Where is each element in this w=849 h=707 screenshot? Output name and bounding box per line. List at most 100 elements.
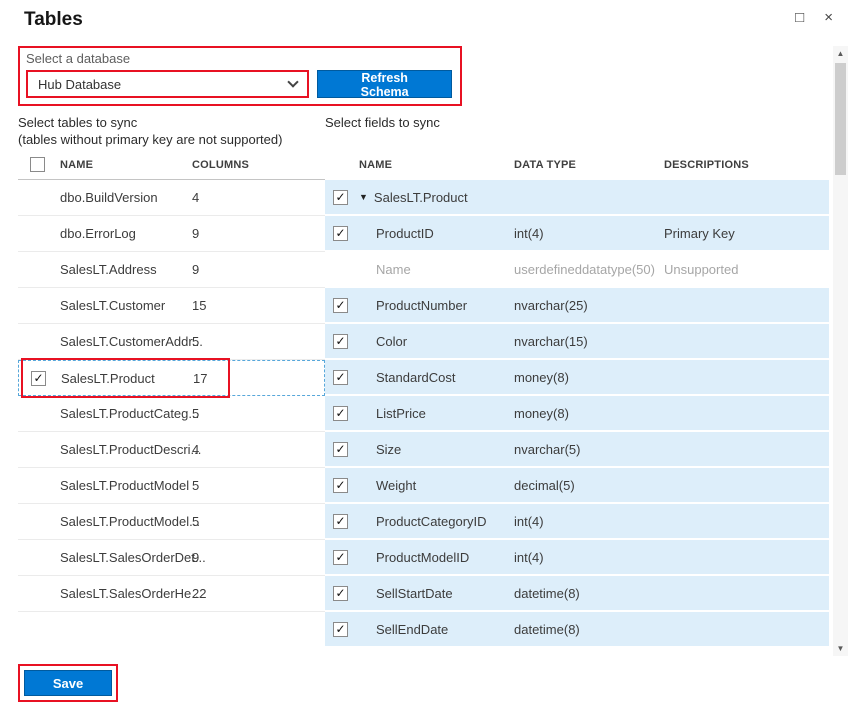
field-name-text: SellEndDate [376, 622, 448, 637]
row-checkbox[interactable]: ✓ [333, 478, 348, 493]
table-row[interactable]: SalesLT.CustomerAddr...5 [18, 324, 325, 360]
save-button[interactable]: Save [24, 670, 112, 696]
row-checkbox[interactable]: ✓ [333, 514, 348, 529]
row-checkbox[interactable]: ✓ [333, 370, 348, 385]
chevron-down-icon [288, 76, 299, 87]
tables-header-name: NAME [60, 159, 192, 171]
field-name-cell: ▼ SalesLT.Product [359, 190, 514, 205]
checkbox-cell: ✓ [325, 370, 359, 385]
table-row[interactable]: SalesLT.ProductModel5 [18, 468, 325, 504]
checkbox-cell [18, 190, 60, 205]
table-name-cell: SalesLT.Product [61, 371, 193, 386]
table-columns-cell: 5 [192, 478, 325, 493]
row-checkbox[interactable]: ✓ [333, 550, 348, 565]
collapse-icon[interactable]: ▼ [359, 192, 368, 202]
field-row[interactable]: ✓Colornvarchar(15) [325, 324, 829, 358]
field-row[interactable]: ✓ProductNumbernvarchar(25) [325, 288, 829, 322]
field-datatype-cell: nvarchar(15) [514, 334, 664, 349]
row-checkbox[interactable]: ✓ [333, 586, 348, 601]
scrollbar-thumb[interactable] [835, 63, 846, 175]
table-row[interactable]: ✓SalesLT.Product17 [18, 360, 325, 396]
table-name-cell: SalesLT.CustomerAddr... [60, 334, 192, 349]
scroll-down-icon[interactable]: ▼ [833, 641, 848, 656]
field-row[interactable]: ✓StandardCostmoney(8) [325, 360, 829, 394]
fields-panel-heading: Select fields to sync [325, 114, 829, 150]
field-name-cell: ProductID [359, 226, 514, 241]
field-row[interactable]: ✓ ProductID int(4)Primary Key [325, 216, 829, 250]
field-name-cell: SellEndDate [359, 622, 514, 637]
table-row[interactable]: SalesLT.ProductCateg...5 [18, 396, 325, 432]
field-row[interactable]: ✓SellStartDatedatetime(8) [325, 576, 829, 610]
checkbox-cell: ✓ [325, 622, 359, 637]
table-name-cell: dbo.BuildVersion [60, 190, 192, 205]
field-datatype-cell: int(4) [514, 226, 664, 241]
scroll-up-icon[interactable]: ▲ [833, 46, 848, 61]
checkbox-cell [18, 406, 60, 421]
table-row[interactable]: SalesLT.Customer15 [18, 288, 325, 324]
field-name-text: SalesLT.Product [374, 190, 468, 205]
field-datatype-cell: money(8) [514, 406, 664, 421]
field-name-text: Weight [376, 478, 416, 493]
field-row[interactable]: ✓ Size nvarchar(5) [325, 432, 829, 466]
field-name-text: Size [376, 442, 401, 457]
field-row[interactable]: ✓ListPricemoney(8) [325, 396, 829, 430]
row-checkbox[interactable]: ✓ [333, 334, 348, 349]
vertical-scrollbar[interactable]: ▲ ▼ [833, 46, 848, 656]
row-checkbox[interactable]: ✓ [333, 298, 348, 313]
checkbox-cell [18, 550, 60, 565]
row-checkbox[interactable]: ✓ [333, 190, 348, 205]
checkbox-cell [18, 298, 60, 313]
table-columns-cell: 5 [192, 334, 325, 349]
table-name-cell: dbo.ErrorLog [60, 226, 192, 241]
fields-header-descriptions: DESCRIPTIONS [664, 159, 829, 171]
database-section: Select a database Hub Database Refresh S… [18, 46, 462, 106]
save-highlight-box: Save [18, 664, 118, 702]
table-row[interactable]: SalesLT.SalesOrderHe...22 [18, 576, 325, 612]
table-columns-cell: 15 [192, 298, 325, 313]
table-row[interactable]: dbo.BuildVersion4 [18, 180, 325, 216]
row-checkbox[interactable]: ✓ [31, 371, 46, 386]
table-name-cell: SalesLT.ProductModel... [60, 514, 192, 529]
field-name-text: ProductID [376, 226, 434, 241]
field-description-cell: Primary Key [664, 226, 829, 241]
select-all-checkbox[interactable] [30, 157, 45, 172]
field-name-text: ProductCategoryID [376, 514, 487, 529]
row-checkbox[interactable]: ✓ [333, 442, 348, 457]
field-row[interactable]: ✓ SellEndDate datetime(8) [325, 612, 829, 646]
table-columns-cell: 9 [192, 550, 325, 565]
table-row[interactable]: SalesLT.Address9 [18, 252, 325, 288]
field-row[interactable]: ✓ProductModelIDint(4) [325, 540, 829, 574]
refresh-schema-button[interactable]: Refresh Schema [317, 70, 452, 98]
content-panels: Select tables to sync (tables without pr… [18, 114, 829, 648]
database-dropdown[interactable]: Hub Database [26, 70, 309, 98]
tables-heading-line1: Select tables to sync [18, 114, 325, 131]
field-row[interactable]: Nameuserdefineddatatype(50)Unsupported [325, 252, 829, 286]
field-datatype-cell: int(4) [514, 514, 664, 529]
table-row[interactable]: SalesLT.ProductModel...5 [18, 504, 325, 540]
field-name-text: StandardCost [376, 370, 456, 385]
field-row[interactable]: ✓ ProductCategoryID int(4) [325, 504, 829, 538]
row-checkbox[interactable]: ✓ [333, 622, 348, 637]
restore-icon[interactable]: □ [795, 9, 804, 27]
row-checkbox[interactable]: ✓ [333, 226, 348, 241]
table-name-cell: SalesLT.ProductDescri... [60, 442, 192, 457]
page-title: Tables [24, 9, 83, 31]
table-columns-cell: 5 [192, 406, 325, 421]
close-icon[interactable]: × [824, 9, 833, 27]
window-controls: □ × [795, 9, 833, 27]
table-columns-cell: 4 [192, 190, 325, 205]
tables-heading-line2: (tables without primary key are not supp… [18, 131, 325, 148]
field-datatype-cell: datetime(8) [514, 586, 664, 601]
table-name-cell: SalesLT.Address [60, 262, 192, 277]
field-row[interactable]: ✓ ▼ SalesLT.Product [325, 180, 829, 214]
field-description-cell: Unsupported [664, 262, 829, 277]
field-datatype-cell: datetime(8) [514, 622, 664, 637]
table-row[interactable]: SalesLT.ProductDescri...4 [18, 432, 325, 468]
row-checkbox[interactable]: ✓ [333, 406, 348, 421]
field-row[interactable]: ✓Weightdecimal(5) [325, 468, 829, 502]
table-row[interactable]: dbo.ErrorLog9 [18, 216, 325, 252]
field-name-cell: Name [359, 262, 514, 277]
field-datatype-cell: nvarchar(5) [514, 442, 664, 457]
table-row[interactable]: SalesLT.SalesOrderDet...9 [18, 540, 325, 576]
checkbox-cell: ✓ [325, 586, 359, 601]
